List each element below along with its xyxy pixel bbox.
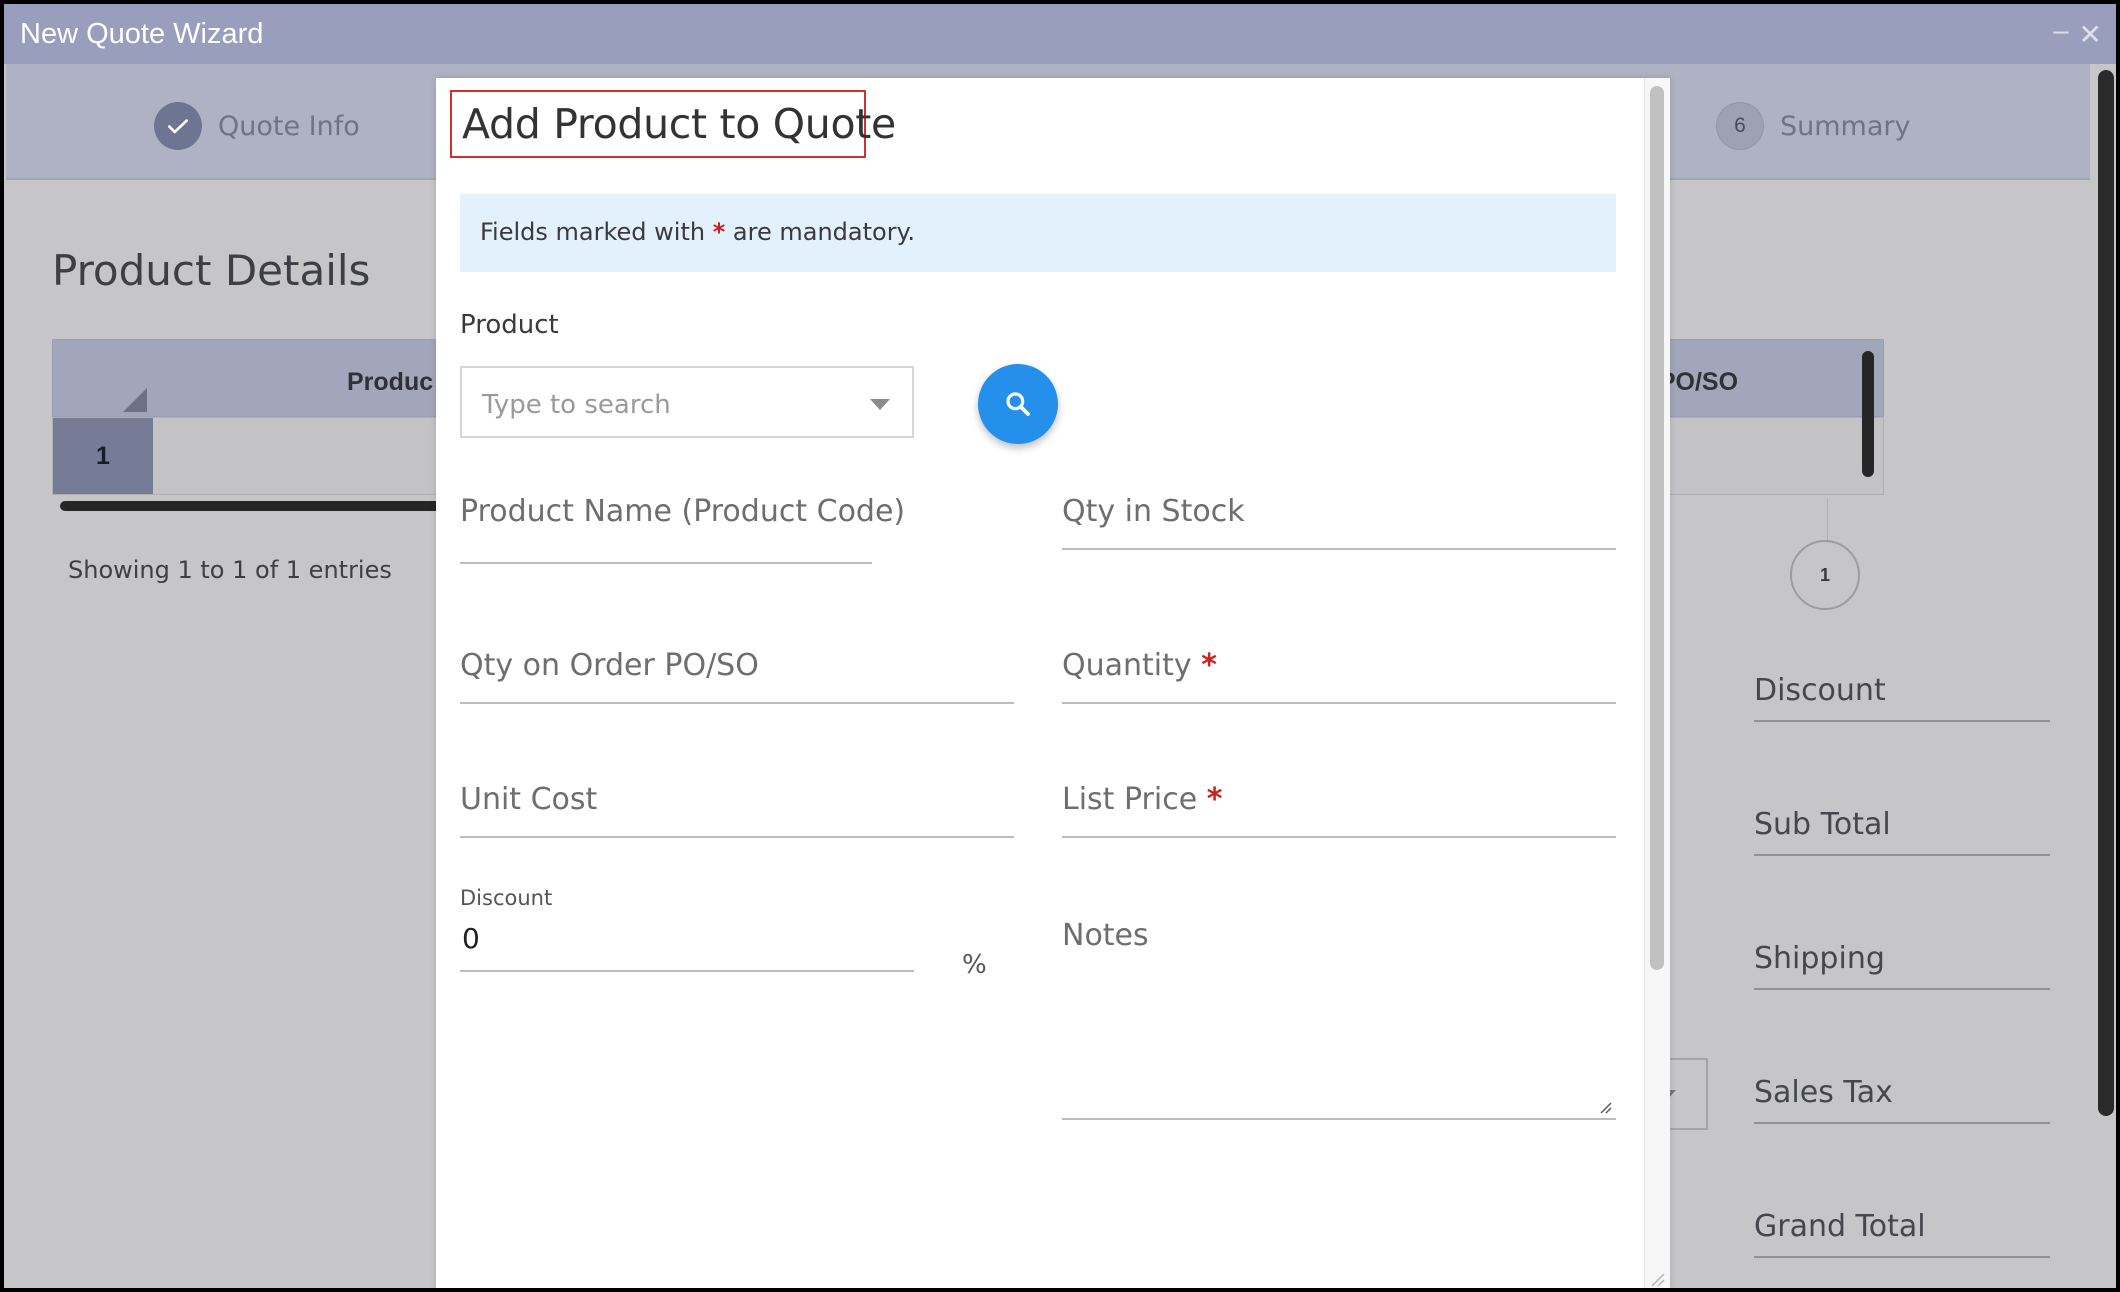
product-label: Product xyxy=(460,310,559,340)
discount-label: Discount xyxy=(460,886,553,910)
product-name-field[interactable]: Product Name (Product Code) xyxy=(460,494,905,564)
quantity-field[interactable]: Quantity * xyxy=(1062,648,1616,704)
alert-suffix: are mandatory. xyxy=(732,218,915,246)
column-header-product[interactable]: Produc xyxy=(347,368,433,397)
total-grand-total[interactable]: Grand Total xyxy=(1754,1198,2050,1258)
table-vertical-scrollbar[interactable] xyxy=(1862,351,1874,477)
field-label: List Price * xyxy=(1062,782,1222,817)
required-star: * xyxy=(712,218,726,246)
product-search-select[interactable]: Type to search xyxy=(460,366,914,438)
notes-label: Notes xyxy=(1062,918,1149,953)
title-bar: New Quote Wizard ‒ ✕ xyxy=(4,4,2116,64)
percent-unit: % xyxy=(962,950,987,980)
discount-input[interactable]: 0 xyxy=(460,918,914,972)
product-placeholder: Type to search xyxy=(482,390,671,420)
list-price-field[interactable]: List Price * xyxy=(1062,782,1616,838)
total-discount[interactable]: Discount xyxy=(1754,662,2050,722)
alert-prefix: Fields marked with xyxy=(480,218,706,246)
list-price-label: List Price xyxy=(1062,782,1198,817)
field-label: Product Name (Product Code) xyxy=(460,494,906,529)
total-label: Sub Total xyxy=(1754,807,1891,842)
add-product-modal: Add Product to Quote Fields marked with … xyxy=(436,78,1670,1288)
quantity-label: Quantity xyxy=(1062,648,1192,683)
section-title: Product Details xyxy=(52,246,371,295)
field-label: Quantity * xyxy=(1062,648,1217,683)
unit-cost-field[interactable]: Unit Cost xyxy=(460,782,1014,838)
field-label: Unit Cost xyxy=(460,782,598,817)
discount-value: 0 xyxy=(462,922,480,955)
field-label: Qty on Order PO/SO xyxy=(460,648,759,683)
pagination-page-1[interactable]: 1 xyxy=(1790,540,1860,610)
resize-handle-icon[interactable] xyxy=(1646,1268,1666,1288)
sort-corner-icon[interactable] xyxy=(123,388,147,412)
total-sales-tax[interactable]: Sales Tax xyxy=(1754,1064,2050,1124)
search-icon xyxy=(1006,392,1030,416)
step-label: Quote Info xyxy=(218,110,360,142)
row-number: 1 xyxy=(53,418,153,494)
qty-on-order-field[interactable]: Qty on Order PO/SO xyxy=(460,648,1014,704)
alert-text: Fields marked with * are mandatory. xyxy=(480,218,915,246)
total-sub-total[interactable]: Sub Total xyxy=(1754,796,2050,856)
entries-info: Showing 1 to 1 of 1 entries xyxy=(68,556,392,584)
required-star: * xyxy=(1206,782,1223,817)
total-label: Shipping xyxy=(1754,941,1885,976)
window-scrollbar[interactable] xyxy=(2098,70,2114,1116)
modal-title: Add Product to Quote xyxy=(462,100,896,148)
wizard-window: New Quote Wizard ‒ ✕ Quote Info 6 Summar… xyxy=(4,4,2116,1288)
step-label: Summary xyxy=(1780,110,1911,142)
step-summary[interactable]: 6 Summary xyxy=(1716,102,1910,150)
total-shipping[interactable]: Shipping xyxy=(1754,930,2050,990)
close-icon[interactable]: ✕ xyxy=(2079,18,2102,51)
window-title: New Quote Wizard xyxy=(20,18,264,50)
total-label: Sales Tax xyxy=(1754,1075,1893,1110)
modal-scrollbar-thumb[interactable] xyxy=(1650,86,1664,970)
qty-in-stock-field[interactable]: Qty in Stock xyxy=(1062,494,1616,550)
table-horizontal-scrollbar[interactable] xyxy=(60,501,480,511)
check-icon xyxy=(154,102,202,150)
total-label: Grand Total xyxy=(1754,1209,1926,1244)
mandatory-fields-alert: Fields marked with * are mandatory. xyxy=(460,194,1616,272)
modal-title-highlight: Add Product to Quote xyxy=(450,90,896,158)
resize-handle-icon[interactable] xyxy=(1596,1098,1612,1114)
notes-textarea[interactable]: Notes xyxy=(1062,914,1616,1120)
required-star: * xyxy=(1201,648,1217,683)
step-number: 6 xyxy=(1716,102,1764,150)
field-label: Qty in Stock xyxy=(1062,494,1245,529)
chevron-down-icon[interactable] xyxy=(870,399,890,410)
search-button[interactable] xyxy=(978,364,1058,444)
step-quote-info[interactable]: Quote Info xyxy=(154,102,360,150)
total-label: Discount xyxy=(1754,673,1886,708)
minimize-icon[interactable]: ‒ xyxy=(2052,14,2070,47)
